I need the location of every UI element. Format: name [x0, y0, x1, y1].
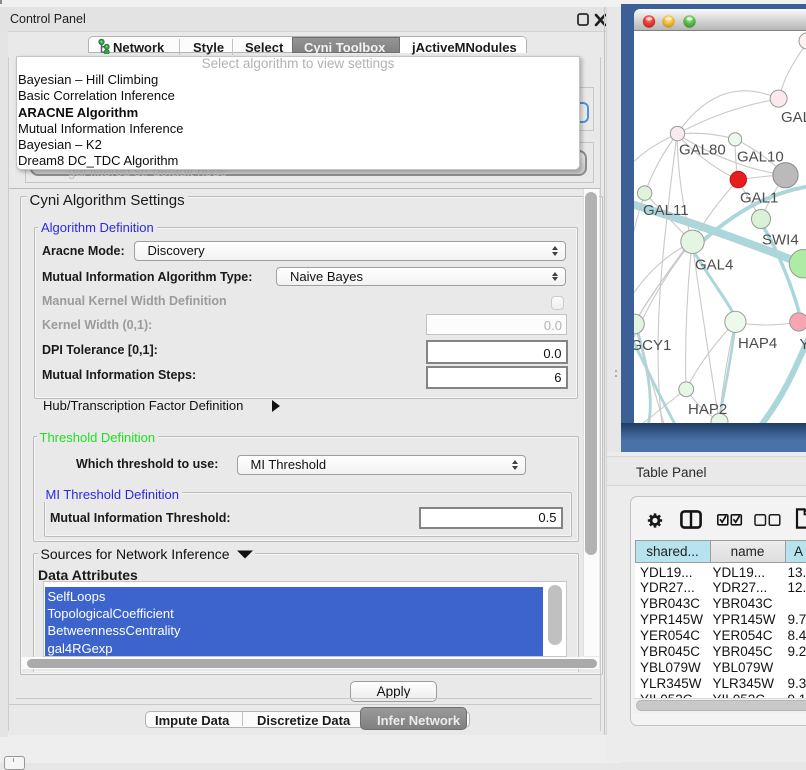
svg-text:GCY1: GCY1: [634, 337, 671, 354]
svg-text:GAL80: GAL80: [679, 142, 726, 159]
svg-text:GAL7: GAL7: [781, 109, 806, 126]
svg-text:GAL4: GAL4: [695, 257, 733, 274]
svg-text:HAP4: HAP4: [738, 335, 777, 352]
svg-text:GAL11: GAL11: [643, 202, 689, 219]
svg-text:GAL10: GAL10: [737, 149, 784, 166]
svg-text:GAL1: GAL1: [740, 190, 778, 207]
svg-text:HAP2: HAP2: [688, 401, 727, 418]
svg-text:YJ: YJ: [800, 336, 806, 353]
svg-text:SWI4: SWI4: [762, 232, 799, 249]
